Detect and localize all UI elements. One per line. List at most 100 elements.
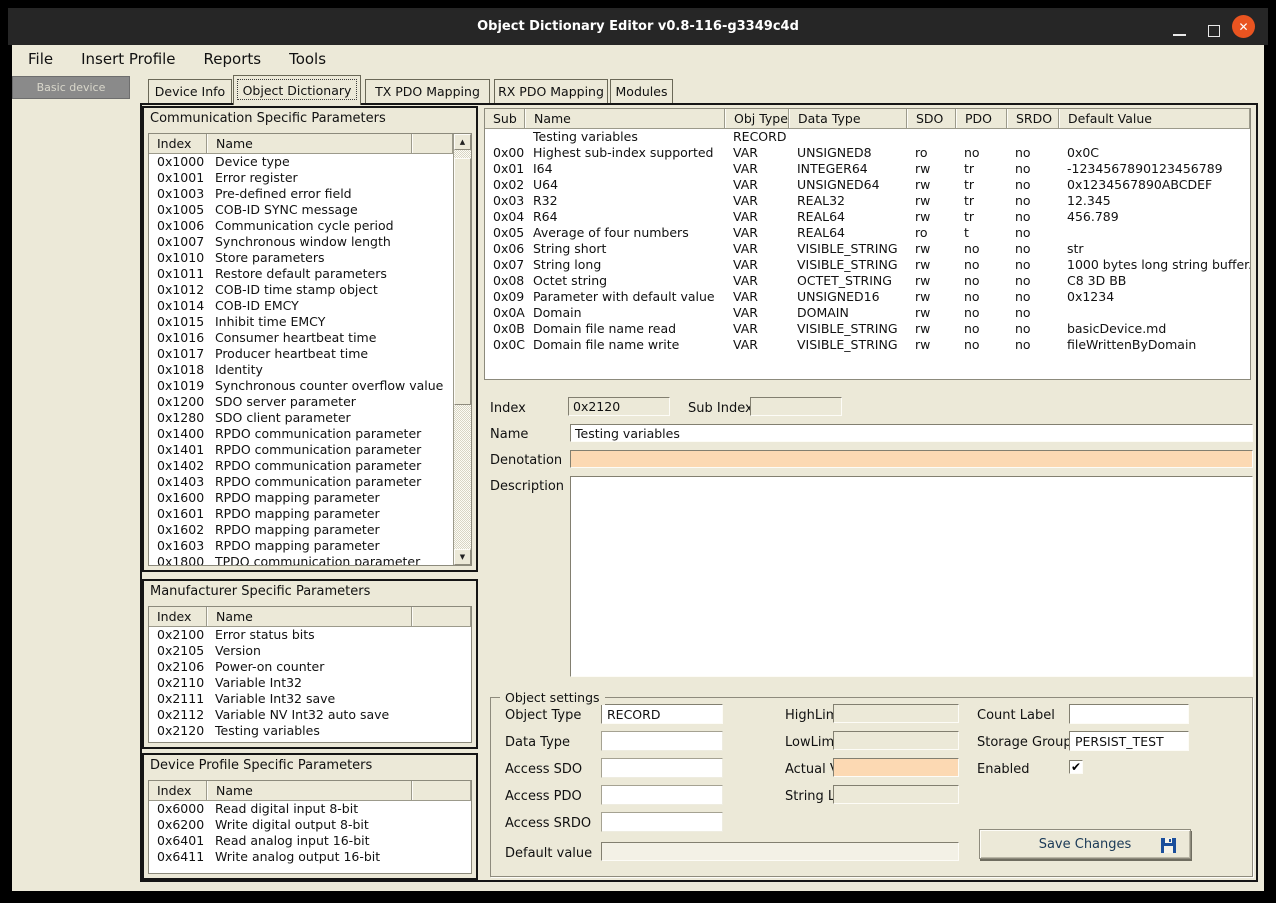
parameter-row[interactable]: 0x1200SDO server parameter [149,394,453,410]
table-row[interactable]: 0x04R64VARREAL64rwtrno456.789 [485,209,1250,225]
table-row[interactable]: 0x02U64VARUNSIGNED64rwtrno0x1234567890AB… [485,177,1250,193]
table-row[interactable]: 0x0ADomainVARDOMAINrwnono [485,305,1250,321]
cell: Inhibit time EMCY [207,314,412,330]
scroll-down-icon[interactable]: ▼ [454,549,471,565]
parameter-row[interactable]: 0x1010Store parameters [149,250,453,266]
parameter-row[interactable]: 0x1000Device type [149,154,453,170]
enabled-checkbox[interactable]: ✔ [1069,760,1083,774]
cell: RPDO mapping parameter [207,506,412,522]
parameter-row[interactable]: 0x6200Write digital output 8-bit [149,817,471,833]
table-row[interactable]: 0x06String shortVARVISIBLE_STRINGrwnonos… [485,241,1250,257]
parameter-row[interactable]: 0x2106Power-on counter [149,659,471,675]
cell: rw [907,337,956,353]
parameter-row[interactable]: 0x6401Read analog input 16-bit [149,833,471,849]
table-row[interactable]: 0x05Average of four numbersVARREAL64rotn… [485,225,1250,241]
tab-device-info[interactable]: Device Info [148,79,232,103]
parameter-row[interactable]: 0x1003Pre-defined error field [149,186,453,202]
parameter-row[interactable]: 0x2120Testing variables [149,723,471,739]
table-row[interactable]: 0x0CDomain file name writeVARVISIBLE_STR… [485,337,1250,353]
count-label-select[interactable] [1069,704,1189,724]
cell: Write digital output 8-bit [207,817,412,833]
parameter-row[interactable]: 0x1602RPDO mapping parameter [149,522,453,538]
parameter-row[interactable]: 0x2105Version [149,643,471,659]
parameter-row[interactable]: 0x1011Restore default parameters [149,266,453,282]
parameter-row[interactable]: 0x1600RPDO mapping parameter [149,490,453,506]
parameter-row[interactable]: 0x2112Variable NV Int32 auto save [149,707,471,723]
scroll-up-icon[interactable]: ▲ [454,134,471,150]
parameter-row[interactable]: 0x1402RPDO communication parameter [149,458,453,474]
actual-value-field[interactable] [833,758,959,777]
menu-insert-profile[interactable]: Insert Profile [81,50,175,68]
denotation-field[interactable] [570,450,1253,468]
cell: 0x1600 [149,490,207,506]
parameter-row[interactable]: 0x1012COB-ID time stamp object [149,282,453,298]
column-header: SRDO [1007,109,1059,128]
parameter-row[interactable]: 0x1800TPDO communication parameter [149,554,453,565]
parameter-row[interactable]: 0x1005COB-ID SYNC message [149,202,453,218]
cell: Error status bits [207,627,412,643]
table-row[interactable]: 0x07String longVARVISIBLE_STRINGrwnono10… [485,257,1250,273]
table-row[interactable]: 0x03R32VARREAL32rwtrno12.345 [485,193,1250,209]
sub-index-field[interactable] [750,397,842,416]
parameter-row[interactable]: 0x1017Producer heartbeat time [149,346,453,362]
parameter-row[interactable]: 0x6000Read digital input 8-bit [149,801,471,817]
scrollbar-thumb[interactable] [454,158,471,405]
table-row[interactable]: Testing variablesRECORD [485,129,1250,145]
parameter-row[interactable]: 0x1019Synchronous counter overflow value [149,378,453,394]
storage-group-select[interactable]: PERSIST_TEST [1069,731,1189,751]
save-changes-button[interactable]: Save Changes [979,829,1191,859]
name-field[interactable]: Testing variables [570,424,1253,442]
cell: Communication cycle period [207,218,412,234]
close-button[interactable]: ✕ [1232,15,1255,38]
storage-group-label: Storage Group [977,735,1072,750]
table-row[interactable]: 0x00Highest sub-index supportedVARUNSIGN… [485,145,1250,161]
parameter-row[interactable]: 0x1014COB-ID EMCY [149,298,453,314]
list-header: IndexName [149,781,471,801]
menu-tools[interactable]: Tools [289,50,326,68]
table-row[interactable]: 0x08Octet stringVAROCTET_STRINGrwnonoC8 … [485,273,1250,289]
cell [485,129,525,145]
default-value-field[interactable] [601,842,959,861]
parameter-row[interactable]: 0x1401RPDO communication parameter [149,442,453,458]
cell: R64 [525,209,725,225]
menu-file[interactable]: File [28,50,53,68]
parameter-row[interactable]: 0x1280SDO client parameter [149,410,453,426]
parameter-row[interactable]: 0x1007Synchronous window length [149,234,453,250]
table-row[interactable]: 0x0BDomain file name readVARVISIBLE_STRI… [485,321,1250,337]
device-side-tab[interactable]: Basic device [12,76,130,99]
cell: 0x6401 [149,833,207,849]
parameter-row[interactable]: 0x1015Inhibit time EMCY [149,314,453,330]
parameter-row[interactable]: 0x1016Consumer heartbeat time [149,330,453,346]
parameter-row[interactable]: 0x1601RPDO mapping parameter [149,506,453,522]
cell: 0x2110 [149,675,207,691]
description-field[interactable] [570,476,1253,677]
tab-tx-pdo-mapping[interactable]: TX PDO Mapping [365,79,490,103]
object-type-select[interactable]: RECORD [601,704,723,724]
column-header: SDO [907,109,956,128]
parameter-row[interactable]: 0x1018Identity [149,362,453,378]
parameter-row[interactable]: 0x1403RPDO communication parameter [149,474,453,490]
minimize-button[interactable] [1173,34,1186,36]
cell: 0x1280 [149,410,207,426]
parameter-row[interactable]: 0x1400RPDO communication parameter [149,426,453,442]
menu-reports[interactable]: Reports [204,50,262,68]
table-row[interactable]: 0x01I64VARINTEGER64rwtrno-12345678901234… [485,161,1250,177]
table-row[interactable]: 0x09Parameter with default valueVARUNSIG… [485,289,1250,305]
tab-modules[interactable]: Modules [610,79,673,103]
low-limit-field[interactable] [833,731,959,750]
tab-rx-pdo-mapping[interactable]: RX PDO Mapping [494,79,608,103]
parameter-row[interactable]: 0x1001Error register [149,170,453,186]
tab-object-dictionary[interactable]: Object Dictionary [233,75,361,105]
parameter-row[interactable]: 0x2110Variable Int32 [149,675,471,691]
parameter-row[interactable]: 0x1006Communication cycle period [149,218,453,234]
parameter-row[interactable]: 0x1603RPDO mapping parameter [149,538,453,554]
parameter-row[interactable]: 0x6411Write analog output 16-bit [149,849,471,865]
parameter-row[interactable]: 0x2100Error status bits [149,627,471,643]
vertical-scrollbar[interactable]: ▲ ▼ [453,134,471,565]
maximize-button[interactable] [1208,25,1220,37]
high-limit-field[interactable] [833,704,959,723]
index-field[interactable]: 0x2120 [568,397,670,416]
cell: rw [907,193,956,209]
string-len-min-field[interactable] [833,785,959,804]
parameter-row[interactable]: 0x2111Variable Int32 save [149,691,471,707]
